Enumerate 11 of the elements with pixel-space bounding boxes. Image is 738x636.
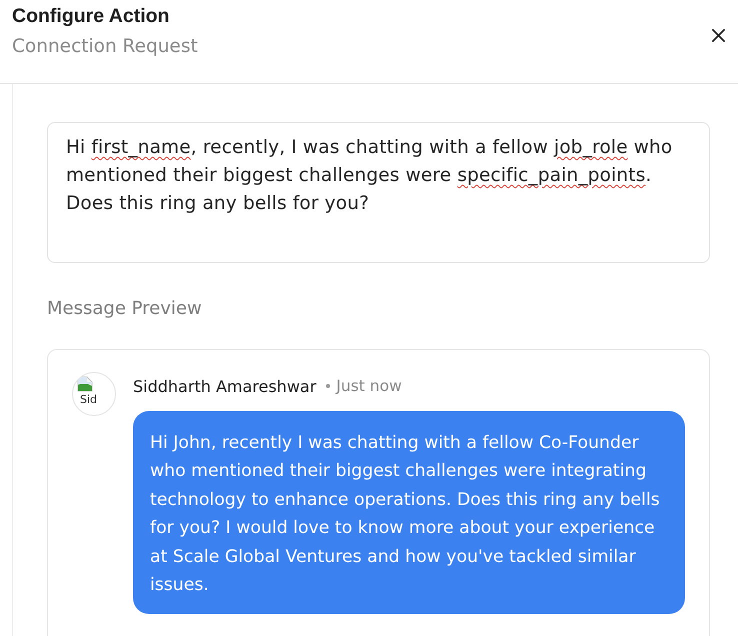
dialog-title: Configure Action xyxy=(12,5,170,28)
broken-image-icon xyxy=(77,376,93,392)
close-icon xyxy=(712,29,725,42)
dialog-subtitle: Connection Request xyxy=(12,35,198,58)
sender-name: Siddharth Amareshwar xyxy=(133,376,316,396)
message-bubble: Hi John, recently I was chatting with a fellow Co-Founder who mentioned their biggest challenges were integrating technology to enhance operations. Does this ring any bells for you? I would love to know more about your experience at Scale Global Ventures and how you've tackled similar issues. xyxy=(133,411,685,614)
separator-dot-icon xyxy=(326,384,330,388)
message-template-field[interactable]: Hi first_name, recently, I was chatting with a fellow job_role who mentioned their biggest challenges were specific_pain_points. Does this ring any bells for you? xyxy=(47,122,710,263)
section-label: Message Preview xyxy=(47,297,202,321)
timestamp: Just now xyxy=(336,377,402,395)
avatar-alt-text: Sid xyxy=(80,394,98,406)
